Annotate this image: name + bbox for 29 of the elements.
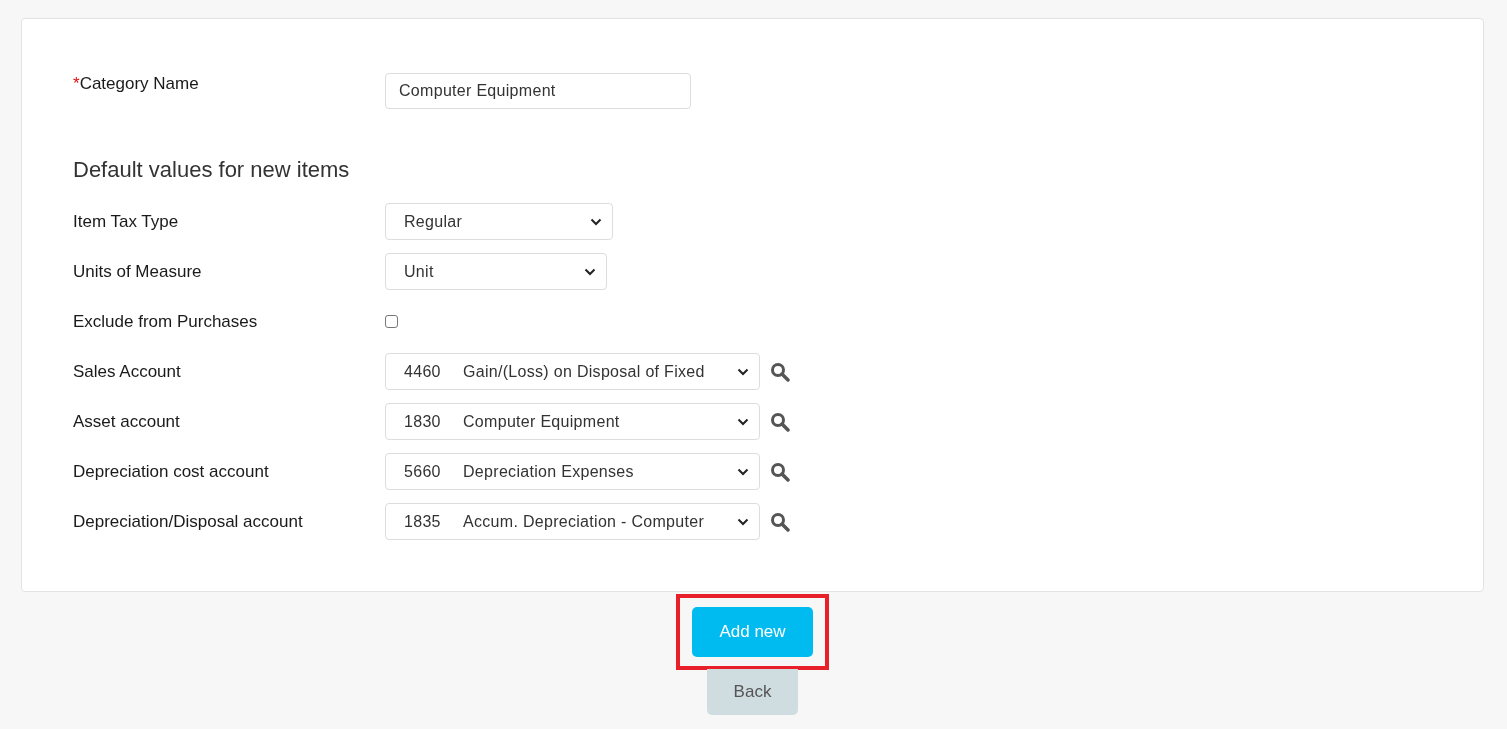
field-label: Item Tax Type [73,211,180,232]
required-mark: * [73,74,80,93]
field-label: Exclude from Purchases [73,311,259,332]
caret-icon [737,467,749,476]
caret-icon [737,417,749,426]
field-label: Sales Account [73,361,182,382]
caret-icon [737,367,749,376]
search-icon[interactable] [770,461,790,482]
field-label: Units of Measure [73,261,203,282]
account-dropdown[interactable]: 1835 Accum. Depreciation - Computer [385,503,760,540]
account-dropdown[interactable]: 4460 Gain/(Loss) on Disposal of Fixed [385,353,760,390]
caret-icon [590,217,602,226]
search-icon[interactable] [770,411,790,432]
search-icon[interactable] [770,361,790,382]
checkbox[interactable] [385,315,398,328]
back-button[interactable]: Back [707,669,798,715]
dropdown[interactable]: Unit [385,253,607,290]
account-dropdown[interactable]: 5660 Depreciation Expenses [385,453,760,490]
account-dropdown[interactable]: 1830 Computer Equipment [385,403,760,440]
input-field[interactable]: Computer Equipment [385,73,691,109]
caret-icon [737,517,749,526]
section-heading: Default values for new items [73,157,351,183]
field-label: Depreciation/Disposal account [73,511,304,532]
dropdown[interactable]: Regular [385,203,613,240]
caret-icon [584,267,596,276]
search-icon[interactable] [770,511,790,532]
field-label: Category Name [79,74,199,93]
field-label: Asset account [73,411,181,432]
field-label: Depreciation cost account [73,461,270,482]
